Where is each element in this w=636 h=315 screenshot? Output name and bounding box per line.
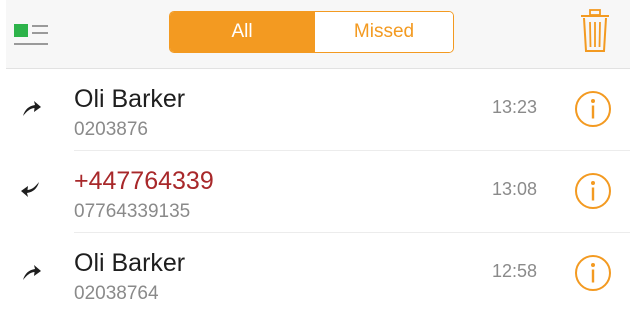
call-time: 13:08 [492, 179, 538, 199]
call-row[interactable]: Oli Barker 0203876 13:23 [6, 69, 630, 151]
filter-all-tab[interactable]: All [170, 12, 314, 52]
call-row[interactable]: +447764339 07764339135 13:08 [6, 151, 630, 233]
outgoing-call-arrow-icon [23, 101, 41, 116]
info-icon[interactable] [574, 90, 612, 128]
filter-all-label: All [231, 21, 253, 42]
filter-missed-label: Missed [353, 21, 415, 42]
contact-number: 0203876 [74, 119, 148, 140]
info-icon[interactable] [574, 254, 612, 292]
contact-number: 02038764 [74, 283, 159, 304]
toolbar: All Missed [6, 0, 630, 69]
contact-name: +447764339 [74, 167, 214, 195]
contact-name: Oli Barker [74, 85, 186, 113]
outgoing-call-arrow-icon [23, 265, 41, 280]
trash-icon[interactable] [580, 9, 610, 53]
call-filter-segmented-control: All Missed [169, 11, 454, 53]
call-time: 13:23 [492, 97, 538, 117]
filter-missed-tab[interactable]: Missed [314, 12, 453, 52]
call-row[interactable]: Oli Barker 02038764 12:58 [6, 233, 630, 315]
incoming-call-arrow-icon [21, 182, 39, 197]
contact-number: 07764339135 [74, 201, 191, 222]
info-icon[interactable] [574, 172, 612, 210]
list-view-icon[interactable] [14, 22, 54, 48]
call-time: 12:58 [492, 261, 538, 281]
contact-name: Oli Barker [74, 249, 186, 277]
recents-screen: All Missed Oli Barker 0203876 13:23 +447… [6, 0, 630, 309]
